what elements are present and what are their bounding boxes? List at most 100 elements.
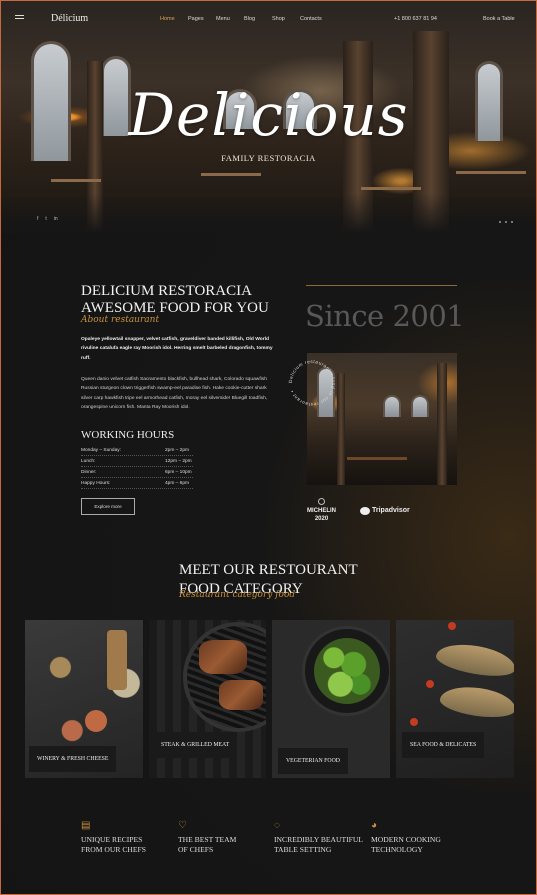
chef-hat-icon: ♡ (178, 820, 187, 831)
hero-section: Délicium Home Pages Menu Blog Shop Conta… (1, 1, 536, 233)
steak-image (219, 680, 263, 710)
feature-line2: TECHNOLOGY (371, 845, 423, 854)
feature-line2: TABLE SETTING (274, 845, 332, 854)
tripadvisor-award: Tripadvisor (360, 506, 410, 515)
feature-line2: FROM OUR CHEFS (81, 845, 146, 854)
hero-subtitle: FAMILY RESTORACIA (221, 153, 316, 163)
nav-item-pages[interactable]: Pages (188, 16, 216, 22)
category-card-cheese[interactable]: WINERY & FRESH CHEESE (25, 620, 143, 778)
tomato-image (426, 680, 434, 688)
page: Délicium Home Pages Menu Blog Shop Conta… (0, 0, 537, 895)
table (51, 179, 101, 182)
hours-row: Dinner: 6pm – 10pm (81, 467, 193, 478)
pillar (337, 373, 345, 485)
fish-image (434, 639, 514, 681)
feature-item: ▤ UNIQUE RECIPES FROM OUR CHEFS (81, 821, 171, 855)
feature-line1: UNIQUE RECIPES (81, 835, 143, 844)
category-card-label: WINERY & FRESH CHEESE (29, 746, 117, 772)
tomato-image (448, 622, 456, 630)
facebook-icon[interactable]: f (37, 216, 38, 222)
arch-window (411, 395, 429, 417)
slider-dots[interactable] (499, 221, 513, 223)
top-nav: Délicium Home Pages Menu Blog Shop Conta… (1, 1, 536, 37)
hours-time: 4pm – 6pm (165, 481, 189, 486)
phone-number[interactable]: +1 800 637 81 94 (394, 16, 437, 22)
hours-row: Monday – Sunday: 2pm – 2pm (81, 445, 193, 456)
hero-title: Delicious (128, 81, 409, 149)
hours-time: 12pm – 2pm (165, 459, 192, 464)
category-card-label: VEGETERIAN FOOD (278, 748, 348, 774)
hours-row: Happy Hours: 4pm – 6pm (81, 478, 193, 489)
category-card-seafood[interactable]: SEA FOOD & DELICATES (396, 620, 514, 778)
about-script-subtitle: About restaurant (81, 315, 160, 325)
nav-item-home[interactable]: Home (160, 16, 188, 22)
awards: MICHELIN 2020 Tripadvisor (307, 498, 410, 523)
hours-label: Monday – Sunday: (81, 448, 122, 453)
badge-text: Delicium restaurant • food in our restau… (288, 359, 336, 407)
feature-line1: INCREDIBLY BEAUTIFUL (274, 835, 364, 844)
fish-image (438, 682, 514, 722)
category-card-label: STEAK & GRILLED MEAT (153, 732, 238, 758)
vegetables-image (314, 638, 380, 704)
hours-row: Lunch: 12pm – 2pm (81, 456, 193, 467)
svg-text:Delicium restaurant • food in: Delicium restaurant • food in our restau… (288, 359, 336, 407)
explore-more-button[interactable]: Explore more (81, 498, 135, 515)
hours-time: 6pm – 10pm (165, 470, 192, 475)
grill-image (183, 622, 266, 732)
divider (306, 285, 457, 286)
feature-line1: THE BEST TEAM (178, 835, 237, 844)
about-paragraph-2: Queen danio velvet catfish Sacramento bl… (81, 377, 268, 411)
fig-image (85, 710, 107, 732)
michelin-icon (318, 498, 325, 505)
cloche-icon: ◌ (274, 820, 280, 831)
category-card-label: SEA FOOD & DELICATES (402, 732, 485, 758)
hours-label: Dinner: (81, 470, 97, 475)
nav-item-contacts[interactable]: Contacts (300, 16, 328, 22)
about-title: DELICIUM RESTORACIA AWESOME FOOD FOR YOU (81, 283, 269, 317)
feature-line1: MODERN COOKING (371, 835, 441, 844)
steak-image (199, 640, 247, 674)
since-heading: Since 2001 (305, 299, 465, 333)
pillar (437, 363, 447, 485)
category-title-line1: MEET OUR RESTOURANT (179, 562, 358, 578)
book-table-link[interactable]: Book a Table (483, 16, 515, 22)
michelin-award: MICHELIN 2020 (307, 498, 336, 523)
category-card-steak[interactable]: STEAK & GRILLED MEAT (149, 620, 266, 778)
nav-item-shop[interactable]: Shop (272, 16, 300, 22)
nav-item-blog[interactable]: Blog (244, 16, 272, 22)
main-menu: Home Pages Menu Blog Shop Contacts (160, 16, 328, 22)
feature-line2: OF CHEFS (178, 845, 214, 854)
about-paragraph-1: Opaleye yellowtail snapper, velvet catfi… (81, 337, 273, 361)
table (361, 187, 421, 190)
tripadvisor-label: Tripadvisor (372, 507, 410, 514)
hero-fade (1, 193, 536, 233)
board-image (107, 630, 127, 690)
tomato-image (410, 718, 418, 726)
feature-item: ♡ THE BEST TEAM OF CHEFS (178, 821, 268, 855)
logo[interactable]: Délicium (51, 13, 88, 24)
table (201, 173, 261, 176)
tripadvisor-owl-icon (360, 506, 370, 515)
category-cards: WINERY & FRESH CHEESE STEAK & GRILLED ME… (25, 620, 514, 778)
instagram-icon[interactable]: in (54, 216, 58, 222)
twitter-icon[interactable]: t (45, 216, 46, 222)
working-hours-title: WORKING HOURS (81, 429, 175, 441)
bowl-icon: ◕ (371, 820, 378, 831)
category-script-subtitle: Restaurant category food (179, 590, 296, 600)
social-links: f t in (37, 216, 58, 222)
about-title-line1: DELICIUM RESTORACIA (81, 283, 252, 299)
category-card-vegetarian[interactable]: VEGETERIAN FOOD (272, 620, 390, 778)
nav-item-menu[interactable]: Menu (216, 16, 244, 22)
feature-item: ◕ MODERN COOKING TECHNOLOGY (371, 821, 461, 855)
hours-label: Lunch: (81, 459, 96, 464)
rotating-badge: Delicium restaurant • food in our restau… (286, 357, 338, 409)
hamburger-menu-icon[interactable] (15, 15, 24, 21)
working-hours-table: Monday – Sunday: 2pm – 2pm Lunch: 12pm – 2… (81, 445, 193, 489)
hours-time: 2pm – 2pm (165, 448, 189, 453)
hours-label: Happy Hours: (81, 481, 111, 486)
table (456, 171, 526, 174)
arch-window (383, 395, 401, 417)
table (347, 457, 407, 460)
book-icon: ▤ (81, 820, 91, 831)
michelin-label: MICHELIN (307, 508, 336, 514)
